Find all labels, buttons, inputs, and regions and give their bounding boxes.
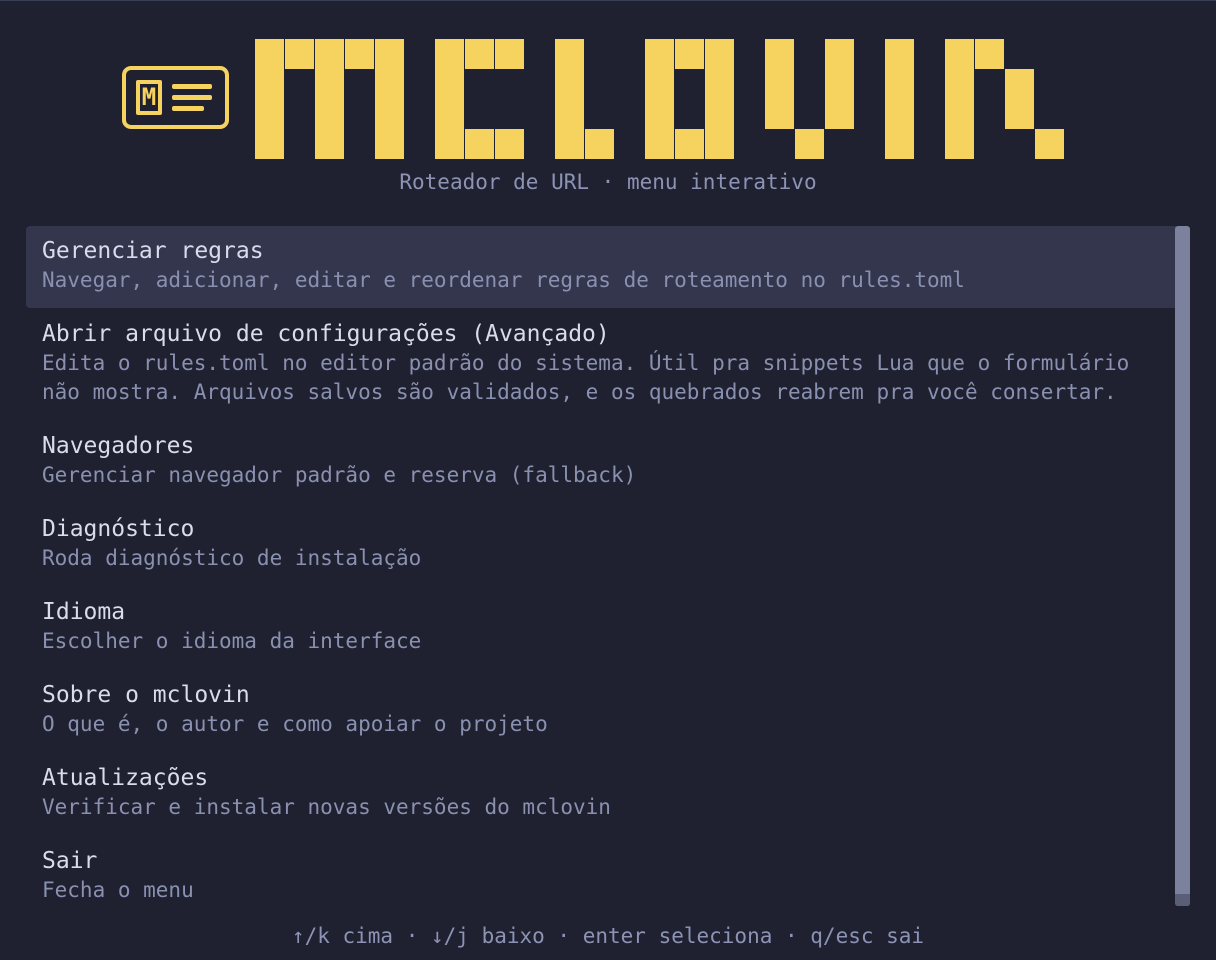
app-subtitle: Roteador de URL · menu interativo [399, 170, 817, 194]
pixel-wordmark: mclovin [255, 39, 1064, 159]
menu-item-description: não mostra. Arquivos salvos são validado… [42, 380, 1117, 404]
wordmark-pixel [885, 129, 914, 159]
menu-item-description: Edita o rules.toml no editor padrão do s… [42, 351, 1130, 375]
keyboard-hints: ↑/k cima · ↓/j baixo · enter seleciona ·… [291, 924, 925, 948]
wordmark-pixel [285, 39, 314, 69]
wordmark-pixel [555, 129, 584, 159]
menu-item-description: Roda diagnóstico de instalação [42, 546, 422, 570]
app-title-wordmark: mclovin [255, 39, 1095, 159]
wordmark-pixel [435, 99, 464, 129]
wordmark-pixel [1005, 69, 1034, 99]
wordmark-pixel [255, 39, 284, 69]
wordmark-pixel [705, 39, 734, 69]
wordmark-pixel [885, 69, 914, 99]
menu-item-title: Abrir arquivo de configurações (Avançado… [42, 321, 610, 347]
wordmark-pixel [765, 39, 794, 69]
wordmark-pixel [645, 129, 674, 159]
wordmark-pixel [315, 39, 344, 69]
wordmark-pixel [705, 99, 734, 129]
wordmark-pixel [645, 69, 674, 99]
wordmark-pixel [375, 129, 404, 159]
wordmark-pixel [495, 129, 524, 159]
wordmark-pixel [825, 99, 854, 129]
wordmark-pixel [705, 129, 734, 159]
menu-item-title: Atualizações [42, 765, 209, 791]
window-top-border [0, 0, 1216, 1]
menu-item-title: Sobre o mclovin [42, 682, 250, 708]
menu-item-description: Escolher o idioma da interface [42, 629, 422, 653]
wordmark-pixel [375, 69, 404, 99]
menu-item-description: O que é, o autor e como apoiar o projeto [42, 712, 548, 736]
menu-item-description: Fecha o menu [42, 878, 194, 902]
main-menu: Gerenciar regras Navegar, adicionar, edit… [26, 226, 1176, 916]
wordmark-pixel [465, 39, 494, 69]
menu-item[interactable]: Navegadores Gerenciar navegador padrão e … [26, 421, 1176, 504]
wordmark-pixel [255, 129, 284, 159]
id-card-logo-icon: M [122, 66, 229, 129]
wordmark-pixel [585, 129, 614, 159]
menu-item-description: Verificar e instalar novas versões do mc… [42, 795, 611, 819]
wordmark-pixel [555, 69, 584, 99]
menu-item-description: Navegar, adicionar, editar e reordenar r… [42, 268, 965, 292]
menu-item[interactable]: Atualizações Verificar e instalar novas v… [26, 753, 1176, 836]
wordmark-pixel [945, 99, 974, 129]
menu-item-title: Gerenciar regras [42, 238, 264, 264]
wordmark-pixel [945, 39, 974, 69]
menu-item-title: Idioma [42, 599, 126, 625]
wordmark-pixel [765, 99, 794, 129]
wordmark-pixel [555, 99, 584, 129]
wordmark-pixel [435, 129, 464, 159]
wordmark-pixel [435, 39, 464, 69]
wordmark-pixel [675, 39, 704, 69]
menu-item[interactable]: Gerenciar regras Navegar, adicionar, edit… [26, 226, 1176, 308]
scrollbar-end [1175, 894, 1190, 906]
menu-item[interactable]: Idioma Escolher o idioma da interface [26, 587, 1176, 670]
app-header: M mclovin [0, 36, 1216, 160]
wordmark-pixel [375, 99, 404, 129]
wordmark-pixel [375, 39, 404, 69]
wordmark-pixel [645, 99, 674, 129]
wordmark-pixel [1005, 99, 1034, 129]
wordmark-pixel [435, 69, 464, 99]
wordmark-pixel [795, 129, 824, 159]
menu-item[interactable]: Diagnóstico Roda diagnóstico de instalaçã… [26, 504, 1176, 587]
wordmark-pixel [675, 129, 704, 159]
wordmark-pixel [315, 129, 344, 159]
wordmark-pixel [315, 99, 344, 129]
wordmark-pixel [465, 129, 494, 159]
wordmark-pixel [885, 99, 914, 129]
menu-item[interactable]: Abrir arquivo de configurações (Avançado… [26, 309, 1176, 421]
menu-item[interactable]: Sobre o mclovin O que é, o autor e como a… [26, 670, 1176, 753]
wordmark-pixel [945, 129, 974, 159]
menu-item[interactable]: Sair Fecha o menu [26, 836, 1176, 919]
menu-item-title: Navegadores [42, 433, 195, 459]
wordmark-pixel [705, 69, 734, 99]
menu-item-title: Sair [42, 848, 98, 874]
wordmark-pixel [645, 39, 674, 69]
wordmark-pixel [345, 39, 374, 69]
wordmark-pixel [975, 39, 1004, 69]
wordmark-pixel [255, 69, 284, 99]
menu-item-title: Diagnóstico [42, 516, 195, 542]
wordmark-pixel [255, 99, 284, 129]
wordmark-pixel [825, 39, 854, 69]
wordmark-pixel [1035, 129, 1064, 159]
wordmark-pixel [885, 39, 914, 69]
wordmark-pixel [495, 39, 524, 69]
wordmark-pixel [555, 39, 584, 69]
logo-letter: M [136, 80, 162, 115]
wordmark-pixel [315, 69, 344, 99]
menu-item-description: Gerenciar navegador padrão e reserva (fa… [42, 463, 637, 487]
wordmark-pixel [825, 69, 854, 99]
wordmark-pixel [765, 69, 794, 99]
wordmark-pixel [945, 69, 974, 99]
menu-scrollbar[interactable] [1175, 226, 1190, 906]
